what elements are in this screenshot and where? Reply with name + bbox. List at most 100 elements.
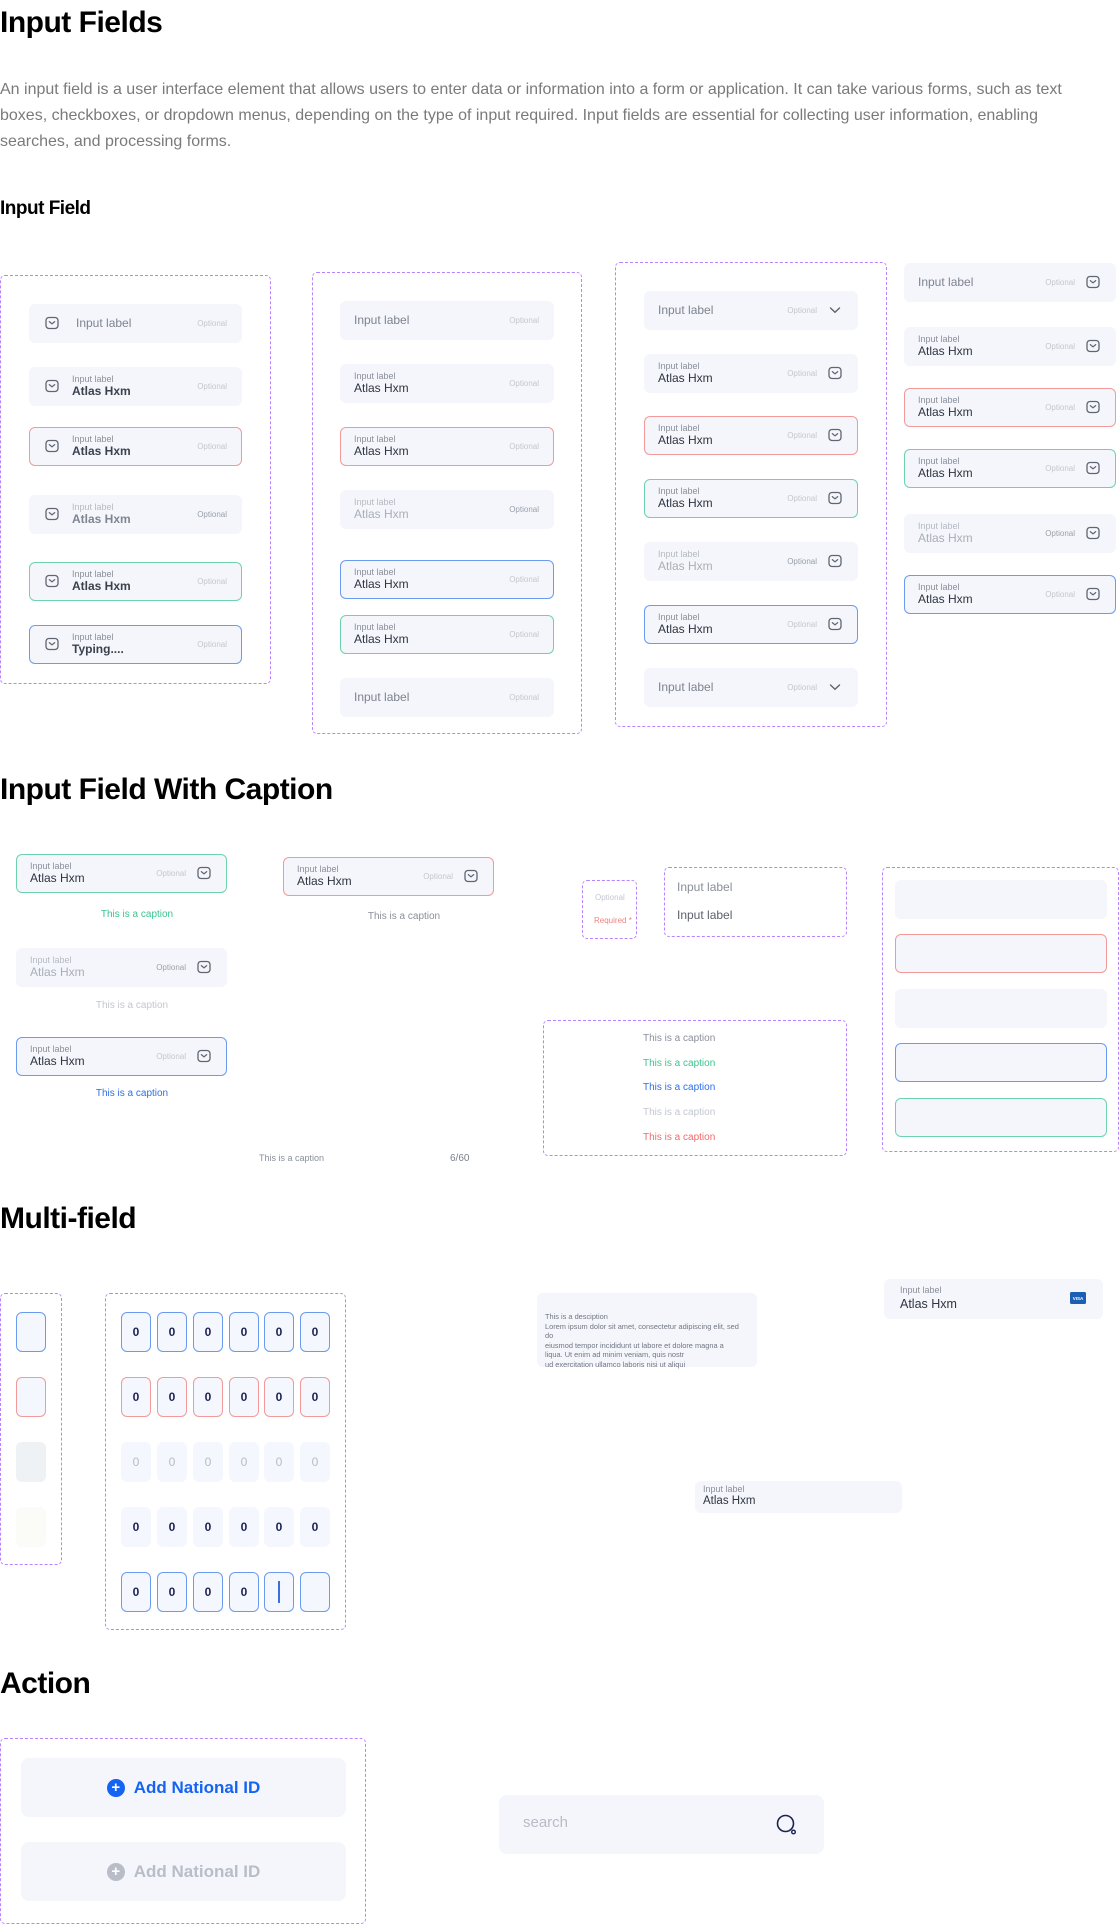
empty-input-success[interactable] — [895, 1098, 1107, 1137]
input-label: Input label — [918, 333, 960, 344]
otp-cell[interactable]: 0 — [264, 1377, 294, 1417]
input-field-default[interactable]: Input label Optional — [340, 301, 554, 340]
input-field-filled[interactable]: Input label Atlas Hxm Optional — [644, 354, 858, 393]
input-field-success[interactable]: Input label Atlas Hxm Optional — [904, 449, 1116, 488]
add-national-id-button[interactable]: + Add National ID — [21, 1758, 346, 1817]
otp-cell[interactable]: 0 — [121, 1572, 151, 1612]
input-field-focus[interactable]: Input label Typing.... Optional — [29, 625, 242, 664]
description-box[interactable]: This is a desciption Lorem ipsum dolor si… — [537, 1293, 757, 1369]
otp-cell[interactable]: 0 — [229, 1507, 259, 1547]
empty-input-disabled — [895, 989, 1107, 1028]
optional-tag: Optional — [1045, 528, 1075, 538]
input-field-filled[interactable]: Input label Atlas Hxm Optional — [904, 327, 1116, 366]
otp-cell[interactable] — [264, 1572, 294, 1612]
input-field-focus[interactable]: Input label Atlas Hxm Optional — [16, 1037, 227, 1076]
input-field-filled[interactable]: Input label Atlas Hxm Optional — [29, 367, 242, 406]
empty-input-error[interactable] — [895, 934, 1107, 973]
mail-icon — [1086, 400, 1100, 414]
otp-cell[interactable]: 0 — [157, 1312, 187, 1352]
otp-cell[interactable]: 0 — [157, 1572, 187, 1612]
input-field-default[interactable]: Input label Optional — [644, 291, 858, 330]
input-field-filled[interactable]: Input label Atlas Hxm Optional — [340, 364, 554, 403]
otp-cell[interactable]: 0 — [193, 1377, 223, 1417]
otp-cell[interactable]: 0 — [121, 1312, 151, 1352]
otp-cell[interactable]: 0 — [229, 1312, 259, 1352]
otp-cell[interactable]: 0 — [300, 1312, 330, 1352]
chevron-down-icon — [829, 307, 841, 314]
input-field-focus[interactable]: Input label Atlas Hxm Optional — [644, 605, 858, 644]
input-value: Atlas Hxm — [918, 404, 973, 419]
frame-tags — [582, 880, 637, 939]
search-icon[interactable] — [775, 1813, 799, 1837]
input-value: Atlas Hxm — [658, 558, 713, 573]
input-value: Atlas Hxm — [918, 530, 973, 545]
page-description: An input field is a user interface eleme… — [0, 81, 1062, 150]
otp-cell[interactable]: 0 — [121, 1377, 151, 1417]
character-counter: 6/60 — [450, 1153, 470, 1164]
input-value: Atlas Hxm — [658, 432, 713, 447]
input-value: Atlas Hxm — [918, 343, 973, 358]
input-value: Atlas Hxm — [30, 870, 85, 885]
input-label: Input label — [354, 496, 396, 507]
input-field-error[interactable]: Input label Atlas Hxm Optional — [283, 857, 494, 896]
otp-cell[interactable]: 0 — [300, 1377, 330, 1417]
input-value: Atlas Hxm — [354, 506, 409, 521]
pin-cell-focus[interactable] — [16, 1312, 46, 1352]
card-number-field[interactable]: Input label Atlas Hxm VISA — [884, 1279, 1103, 1319]
optional-tag: Optional — [509, 629, 539, 639]
mail-icon — [828, 428, 842, 442]
description-line: Lorem ipsum dolor sit amet, consectetur … — [545, 1321, 739, 1341]
input-field-default[interactable]: Input label Optional — [644, 668, 858, 707]
empty-input-default[interactable] — [895, 880, 1107, 919]
mail-icon — [45, 439, 59, 453]
input-field-success[interactable]: Input label Atlas Hxm Optional — [644, 479, 858, 518]
input-field-error[interactable]: Input label Atlas Hxm Optional — [340, 427, 554, 466]
optional-tag: Optional — [1045, 589, 1075, 599]
otp-cell[interactable]: 0 — [229, 1572, 259, 1612]
otp-cell[interactable]: 0 — [193, 1572, 223, 1612]
otp-cell[interactable]: 0 — [157, 1377, 187, 1417]
input-field-focus[interactable]: Input label Atlas Hxm Optional — [904, 575, 1116, 614]
input-value: Atlas Hxm — [354, 631, 409, 646]
optional-tag: Optional — [595, 893, 625, 902]
input-field-focus[interactable]: Input label Atlas Hxm Optional — [340, 560, 554, 599]
pin-cell-disabled-empty — [16, 1442, 46, 1482]
otp-cell[interactable]: 0 — [229, 1377, 259, 1417]
input-placeholder-label: Input label — [354, 689, 410, 704]
otp-cell[interactable]: 0 — [193, 1507, 223, 1547]
input-value: Atlas Hxm — [354, 576, 409, 591]
optional-tag: Optional — [156, 868, 186, 878]
input-label: Input label — [30, 860, 72, 871]
otp-cell[interactable]: 0 — [121, 1507, 151, 1547]
otp-cell[interactable]: 0 — [157, 1507, 187, 1547]
otp-cell[interactable]: 0 — [264, 1507, 294, 1547]
input-field-error[interactable]: Input label Atlas Hxm Optional — [29, 427, 242, 466]
pin-cell-faint[interactable] — [16, 1507, 46, 1547]
input-field-default[interactable]: Input label Optional — [340, 678, 554, 717]
otp-cell[interactable] — [300, 1572, 330, 1612]
input-value: Atlas Hxm — [918, 591, 973, 606]
input-field-error[interactable]: Input label Atlas Hxm Optional — [644, 416, 858, 455]
otp-cell[interactable]: 0 — [300, 1507, 330, 1547]
input-label: Input label — [658, 485, 700, 496]
search-input[interactable]: search — [499, 1795, 824, 1854]
otp-cell[interactable]: 0 — [193, 1312, 223, 1352]
input-field-error[interactable]: Input label Atlas Hxm Optional — [904, 388, 1116, 427]
input-field-default[interactable]: Input label Optional — [904, 263, 1116, 302]
input-field-default[interactable]: Input label Optional — [29, 304, 242, 343]
input-label-sample: Input label — [677, 908, 733, 922]
required-tag: Required * — [594, 916, 632, 925]
optional-tag: Optional — [1045, 463, 1075, 473]
otp-cell[interactable]: 0 — [264, 1312, 294, 1352]
field-caption: This is a caption — [95, 1000, 169, 1011]
caption-sample: This is a caption — [643, 1057, 716, 1069]
empty-input-focus[interactable] — [895, 1043, 1107, 1082]
input-field-success[interactable]: Input label Atlas Hxm Optional — [29, 562, 242, 601]
mail-icon — [464, 869, 478, 883]
plain-input-field[interactable]: Input label Atlas Hxm — [695, 1481, 902, 1513]
input-field-success[interactable]: Input label Atlas Hxm Optional — [340, 615, 554, 654]
input-field-success[interactable]: Input label Atlas Hxm Optional — [16, 854, 227, 893]
input-value: Atlas Hxm — [658, 495, 713, 510]
pin-cell-error[interactable] — [16, 1377, 46, 1417]
input-label: Input label — [918, 455, 960, 466]
